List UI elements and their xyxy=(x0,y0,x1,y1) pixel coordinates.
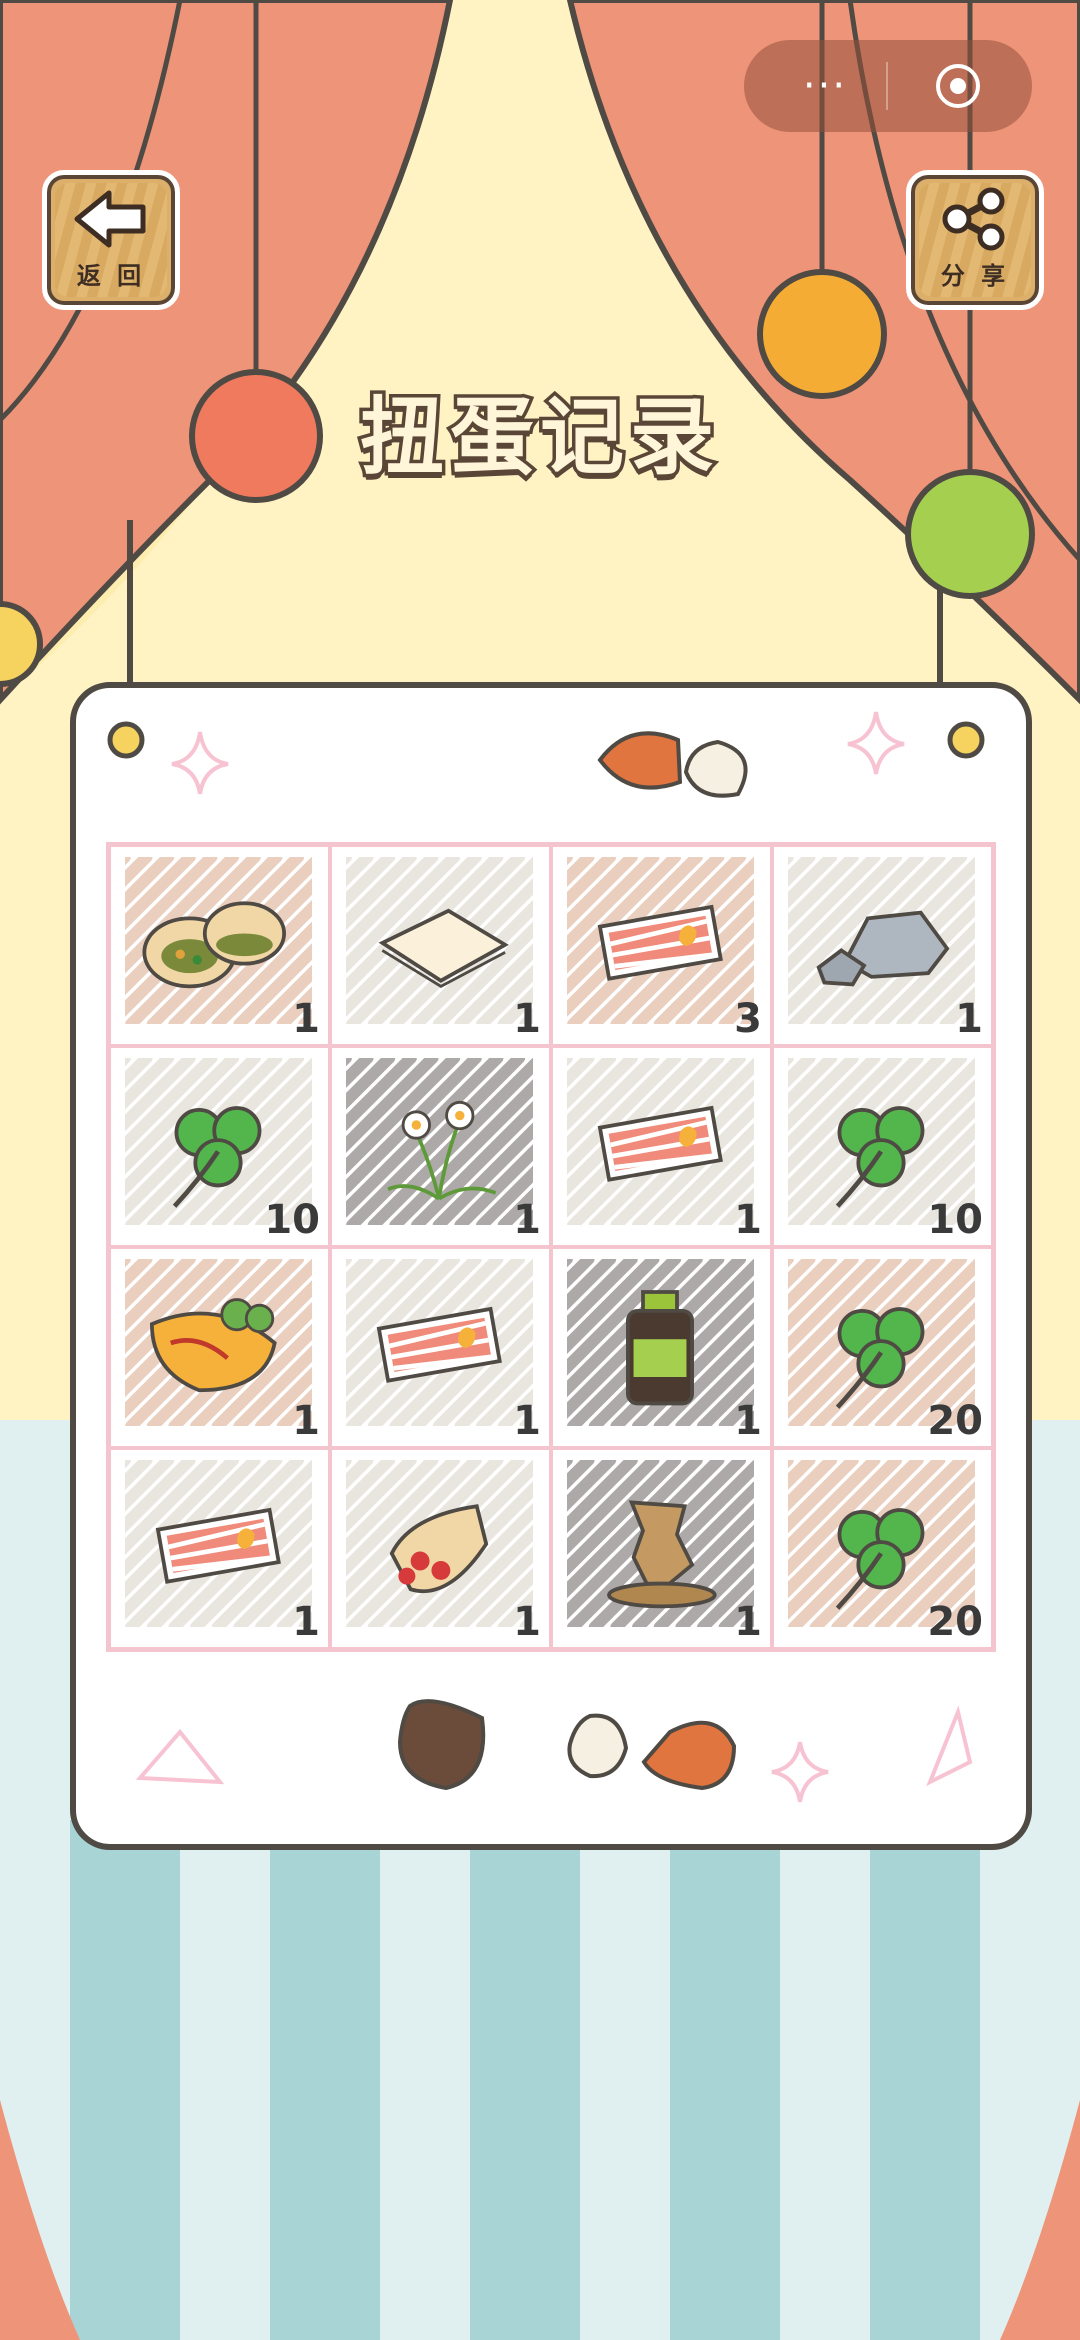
daffodil-icon xyxy=(387,1100,497,1201)
item-cell[interactable]: 1 xyxy=(109,845,330,1046)
item-cell[interactable]: 1 xyxy=(551,1247,772,1448)
item-cell[interactable]: 1 xyxy=(551,1046,772,1247)
stone-icon xyxy=(816,910,950,987)
item-cell[interactable]: 10 xyxy=(109,1046,330,1247)
item-count: 1 xyxy=(292,996,320,1042)
ticket-icon xyxy=(597,1105,723,1182)
close-miniprogram-icon[interactable] xyxy=(934,62,982,110)
back-button[interactable]: 返 回 xyxy=(42,170,180,310)
miniprogram-capsule: ··· xyxy=(744,40,1032,132)
item-count: 1 xyxy=(513,1197,541,1243)
clover-icon xyxy=(835,1508,925,1610)
item-count: 3 xyxy=(734,996,762,1042)
page-title: 扭蛋记录 xyxy=(356,385,720,490)
item-cell[interactable]: 1 xyxy=(109,1247,330,1448)
item-count: 1 xyxy=(734,1599,762,1645)
paper-icon xyxy=(378,908,509,988)
wood-carving-icon xyxy=(607,1500,717,1609)
bread-icon xyxy=(142,901,286,989)
item-cell[interactable]: 3 xyxy=(551,845,772,1046)
item-cell[interactable]: 10 xyxy=(772,1046,993,1247)
item-count: 10 xyxy=(264,1197,320,1243)
item-count: 1 xyxy=(734,1398,762,1444)
crepe-icon xyxy=(389,1504,489,1594)
item-count: 1 xyxy=(292,1599,320,1645)
item-cell[interactable]: 1 xyxy=(551,1448,772,1649)
ticket-icon xyxy=(376,1306,502,1383)
share-icon xyxy=(942,187,1005,251)
item-count: 20 xyxy=(927,1398,983,1444)
ticket-icon xyxy=(597,904,723,981)
ticket-icon xyxy=(155,1507,281,1584)
item-count: 1 xyxy=(292,1398,320,1444)
share-button[interactable]: 分 享 xyxy=(906,170,1044,310)
item-cell[interactable]: 1 xyxy=(109,1448,330,1649)
clover-icon xyxy=(835,1307,925,1409)
item-count: 1 xyxy=(513,1398,541,1444)
item-cell[interactable]: 1 xyxy=(330,1448,551,1649)
arrow-left-icon xyxy=(74,190,146,248)
item-cell[interactable]: 1 xyxy=(330,1247,551,1448)
item-count: 20 xyxy=(927,1599,983,1645)
item-cell[interactable]: 20 xyxy=(772,1448,993,1649)
item-count: 1 xyxy=(955,996,983,1042)
item-cell[interactable]: 1 xyxy=(772,845,993,1046)
more-menu-button[interactable]: ··· xyxy=(782,58,868,114)
share-label: 分 享 xyxy=(940,262,1010,290)
item-count: 1 xyxy=(513,1599,541,1645)
capsule-divider xyxy=(886,62,888,110)
bottle-icon xyxy=(626,1290,694,1406)
item-count: 10 xyxy=(927,1197,983,1243)
back-label: 返 回 xyxy=(76,262,146,290)
omelette-icon xyxy=(149,1298,277,1393)
item-cell[interactable]: 1 xyxy=(330,1046,551,1247)
item-cell[interactable]: 20 xyxy=(772,1247,993,1448)
clover-icon xyxy=(835,1106,925,1208)
item-cell[interactable]: 1 xyxy=(330,845,551,1046)
capsule-item-grid: 1 1 3 1 10 1 1 10 1 1 1 20 1 1 1 20 xyxy=(106,842,996,1652)
item-count: 1 xyxy=(513,996,541,1042)
clover-icon xyxy=(172,1106,262,1208)
item-count: 1 xyxy=(734,1197,762,1243)
